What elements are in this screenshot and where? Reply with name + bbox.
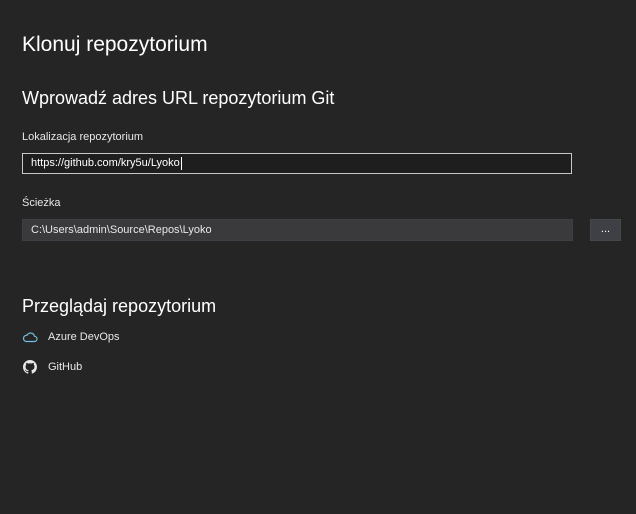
cloud-icon [22,329,38,345]
repository-url-input[interactable]: https://github.com/kry5u/Lyoko [22,153,572,174]
page-title: Klonuj repozytorium [22,33,208,56]
github-icon [22,359,38,375]
provider-azure-devops[interactable]: Azure DevOps [22,328,120,346]
browse-path-button[interactable]: ... [590,219,621,241]
path-input[interactable]: C:\Users\admin\Source\Repos\Lyoko [22,219,573,241]
browse-repository-section-title: Przeglądaj repozytorium [22,296,217,316]
clone-url-section-title: Wprowadź adres URL repozytorium Git [22,88,335,108]
provider-github[interactable]: GitHub [22,358,82,376]
provider-github-label: GitHub [48,361,83,373]
provider-azure-devops-label: Azure DevOps [48,331,120,343]
path-label: Ścieżka [22,197,61,209]
text-caret [180,157,182,170]
repository-url-value: https://github.com/kry5u/Lyoko [31,157,180,169]
repository-location-label: Lokalizacja repozytorium [22,131,144,143]
